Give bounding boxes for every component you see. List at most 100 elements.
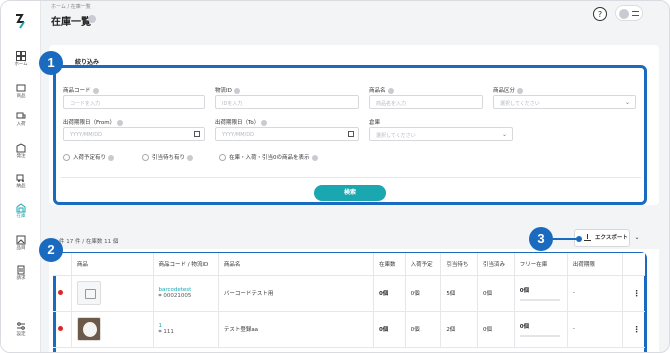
sidebar-item-home[interactable]: ホーム [1,49,41,75]
table-header-row: 商品 商品コード / 物流ID 商品名 在庫数 入荷予定 引当待ち 引当済み フ… [53,253,645,276]
ship-deadline-to-input[interactable]: YYYY/MM/DD [215,127,359,141]
free-stock-bar [519,334,560,337]
help-icon [108,154,115,161]
ship-deadline-from-input[interactable]: YYYY/MM/DD [63,127,205,141]
help-icon [187,154,194,161]
sidebar-item-settings[interactable]: 設定 [1,319,41,345]
result-count: 件 17 件 / 在庫数 11 個 [59,239,119,245]
logistics-id-input[interactable]: IDを入力 [215,95,359,109]
warehouse-icon [16,203,26,213]
free-stock-bar [519,298,560,301]
table-row[interactable]: 1 ⌗ 111 テスト登録aa 0個 0個 2個 0個 0個 - ⋮ [53,311,645,348]
code-cell: 1 ⌗ 111 [153,311,219,348]
column-header-stock: 在庫数 [373,253,406,276]
product-image-cell [71,275,154,312]
calendar-icon[interactable] [194,131,200,137]
image-placeholder-icon [76,281,101,305]
expiry-date: - [567,311,623,348]
breadcrumb: ホーム / 在庫一覧 [51,4,91,10]
status-cell [53,275,72,312]
checkbox-icon [219,154,226,161]
awaiting-allocation-checkbox[interactable]: 引当待ち有り [142,153,194,161]
incoming-checkbox[interactable]: 入荷予定有り [63,153,115,161]
logistics-id-label: 物流ID [215,86,240,94]
warehouse-select[interactable]: 選択してください ⌄ [369,127,513,141]
box-icon [16,84,26,92]
chevron-down-icon: ⌄ [624,99,630,106]
incoming-count: 0個 [405,311,442,348]
download-icon [584,234,591,241]
sidebar-item-label: 商品 [16,94,26,99]
logistics-id: ⌗ 111 [158,328,174,335]
help-icon [311,154,318,161]
show-zero-stock-checkbox[interactable]: 在庫・入荷・引当0の商品を表示 [219,153,318,161]
help-icon [387,87,394,94]
building-icon [16,143,26,153]
row-menu-icon[interactable]: ⋮ [622,311,645,348]
export-dropdown-chevron-icon[interactable]: ⌄ [631,229,643,247]
logo-icon [16,14,25,29]
invoice-icon [17,265,25,275]
sidebar-item-delivery[interactable]: 納品 [1,171,41,197]
sidebar-item-products[interactable]: 商品 [1,81,41,107]
sidebar-item-label: ホーム [14,62,28,67]
sidebar-item-label: 設定 [16,332,26,337]
free-stock-count: 0個 [519,287,530,294]
sidebar-item-orders[interactable]: 発注 [1,141,41,167]
sidebar-item-inventory[interactable]: 在庫 [1,201,41,227]
chevron-down-icon: ⌄ [501,131,507,138]
product-image-cell [71,311,154,348]
calendar-icon[interactable] [348,131,354,137]
help-icon [92,87,99,94]
sidebar-item-items[interactable]: 品目 [1,233,41,259]
sidebar-item-label: 納品 [16,184,26,189]
table-row[interactable]: barcodetest ⌗ 00021005 バーコードテスト用 0個 0個 5… [53,275,645,312]
column-header-code: 商品コード / 物流ID [153,253,219,276]
inventory-table: 商品 商品コード / 物流ID 商品名 在庫数 入荷予定 引当待ち 引当済み フ… [53,253,645,348]
stock-count: 0個 [373,275,406,312]
sidebar-item-inbound[interactable]: 入荷 [1,109,41,135]
export-button[interactable]: エクスポート [574,229,630,247]
svg-text:?: ? [598,10,602,19]
search-button[interactable]: 検索 [314,185,386,201]
status-indicator [58,289,63,295]
sidebar-item-billing[interactable]: 請求 [1,263,41,289]
grid-icon [16,51,26,61]
product-category-label: 商品区分 [493,86,524,94]
avatar [619,9,629,19]
product-name: バーコードテスト用 [218,275,374,312]
column-header-product: 商品 [71,253,154,276]
ship-deadline-from-label: 出荷期限日（From） [63,118,124,126]
checkbox-icon [142,154,149,161]
callout-badge-1: 1 [39,51,63,75]
warehouse-label: 倉庫 [369,120,381,126]
sidebar-item-label: 請求 [16,276,26,281]
product-category-select[interactable]: 選択してください ⌄ [493,95,636,109]
incoming-count: 0個 [405,275,442,312]
waiting-count: 5個 [440,275,479,312]
code-cell: barcodetest ⌗ 00021005 [153,275,219,312]
column-header-actions [622,253,645,276]
expiry-date: - [567,275,623,312]
sidebar: ホーム 商品 入荷 発注 納品 在庫 品目 請求 設定 [1,1,41,352]
sidebar-item-label: 品目 [16,246,26,251]
image-icon [16,235,26,245]
checkbox-icon [63,154,70,161]
account-menu-button[interactable] [615,5,643,21]
free-stock-count: 0個 [519,323,530,330]
row-menu-icon[interactable]: ⋮ [622,275,645,312]
status-indicator [58,325,63,331]
callout-dot [576,236,582,242]
help-icon [517,87,524,94]
product-name-input[interactable]: 商品名を入力 [369,95,483,109]
column-header-waiting: 引当待ち [440,253,479,276]
hamburger-icon [632,11,639,16]
sliders-icon [17,322,25,330]
column-header-free-stock: フリー在庫 [514,253,568,276]
filter-divider [61,177,641,178]
help-icon[interactable] [88,15,96,23]
product-code-label: 商品コード [63,86,99,94]
product-code-input[interactable]: コードを入力 [63,95,205,109]
sidebar-item-label: 在庫 [16,214,26,219]
help-circle-button[interactable]: ? [593,7,607,21]
